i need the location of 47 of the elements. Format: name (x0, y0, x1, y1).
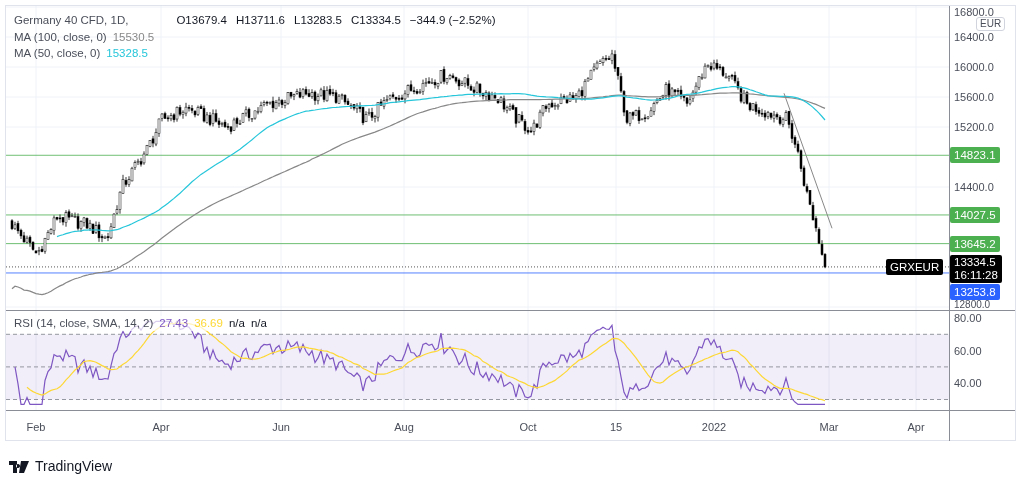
time-label: Aug (394, 420, 414, 435)
time-label: Oct (519, 420, 537, 435)
price-level-label: 13645.2 (950, 235, 1000, 252)
indicator-value: 36.69 (194, 317, 223, 329)
price-tick: 14400.0 (954, 181, 994, 193)
rsi-tick: 60.00 (954, 344, 982, 357)
indicator-name: MA (50, close, 0) (14, 47, 101, 59)
indicator-value: 15328.5 (106, 47, 148, 59)
time-label: Apr (907, 420, 925, 435)
time-label: 15 (609, 420, 623, 435)
time-label: Jun (272, 420, 290, 435)
chart-title: Germany 40 CFD, 1D, (14, 14, 129, 26)
brand-name: TradingView (35, 457, 113, 476)
ohlc-label: O (176, 14, 186, 26)
ohlc-value: 13679.4 (185, 14, 227, 26)
ohlc-value: 13711.6 (244, 14, 285, 26)
price-level-label: 13253.8 (950, 284, 1000, 300)
rsi-tick: 40.00 (954, 377, 982, 390)
price-tick: 16000.0 (954, 61, 994, 73)
currency-label: EUR (976, 17, 1006, 31)
price-tick: 12800.0 (954, 300, 991, 310)
indicator-value: 27.43 (159, 317, 189, 329)
ohlc-value: 13283.5 (300, 14, 342, 26)
price-tick: 16800.0 (954, 6, 994, 18)
time-label: Apr (152, 420, 170, 435)
ohlc-value: 13334.5 (359, 14, 401, 26)
last-price: 13334.5 (954, 256, 997, 269)
time-label: Mar (819, 420, 839, 435)
price-level-label: 14027.5 (950, 206, 1000, 223)
time-label: Feb (26, 420, 46, 435)
indicator-name: MA (100, close, 0) (14, 31, 107, 43)
indicator-value: n/a (250, 317, 267, 329)
time-label: 2022 (701, 420, 727, 435)
indicator-value: 15530.5 (112, 31, 155, 43)
price-tick: 15200.0 (954, 121, 994, 133)
ohlc-label: H (235, 14, 245, 26)
price-tick: 16400.0 (954, 31, 994, 43)
indicator-value: n/a (228, 317, 245, 329)
indicator-name: RSI (14, close, SMA, 14, 2) (14, 317, 154, 329)
price-tick: 15600.0 (954, 91, 994, 103)
ohlc-label: L (293, 14, 301, 26)
rsi-tick: 80.00 (954, 312, 982, 324)
symbol-label: GRXEUR (886, 258, 944, 275)
price-change: −344.9 (−2.52%) (409, 14, 496, 26)
ohlc-label: C (350, 14, 360, 26)
price-level-label: 14823.1 (950, 147, 1000, 164)
countdown-timer: 16:11:28 (954, 269, 998, 282)
